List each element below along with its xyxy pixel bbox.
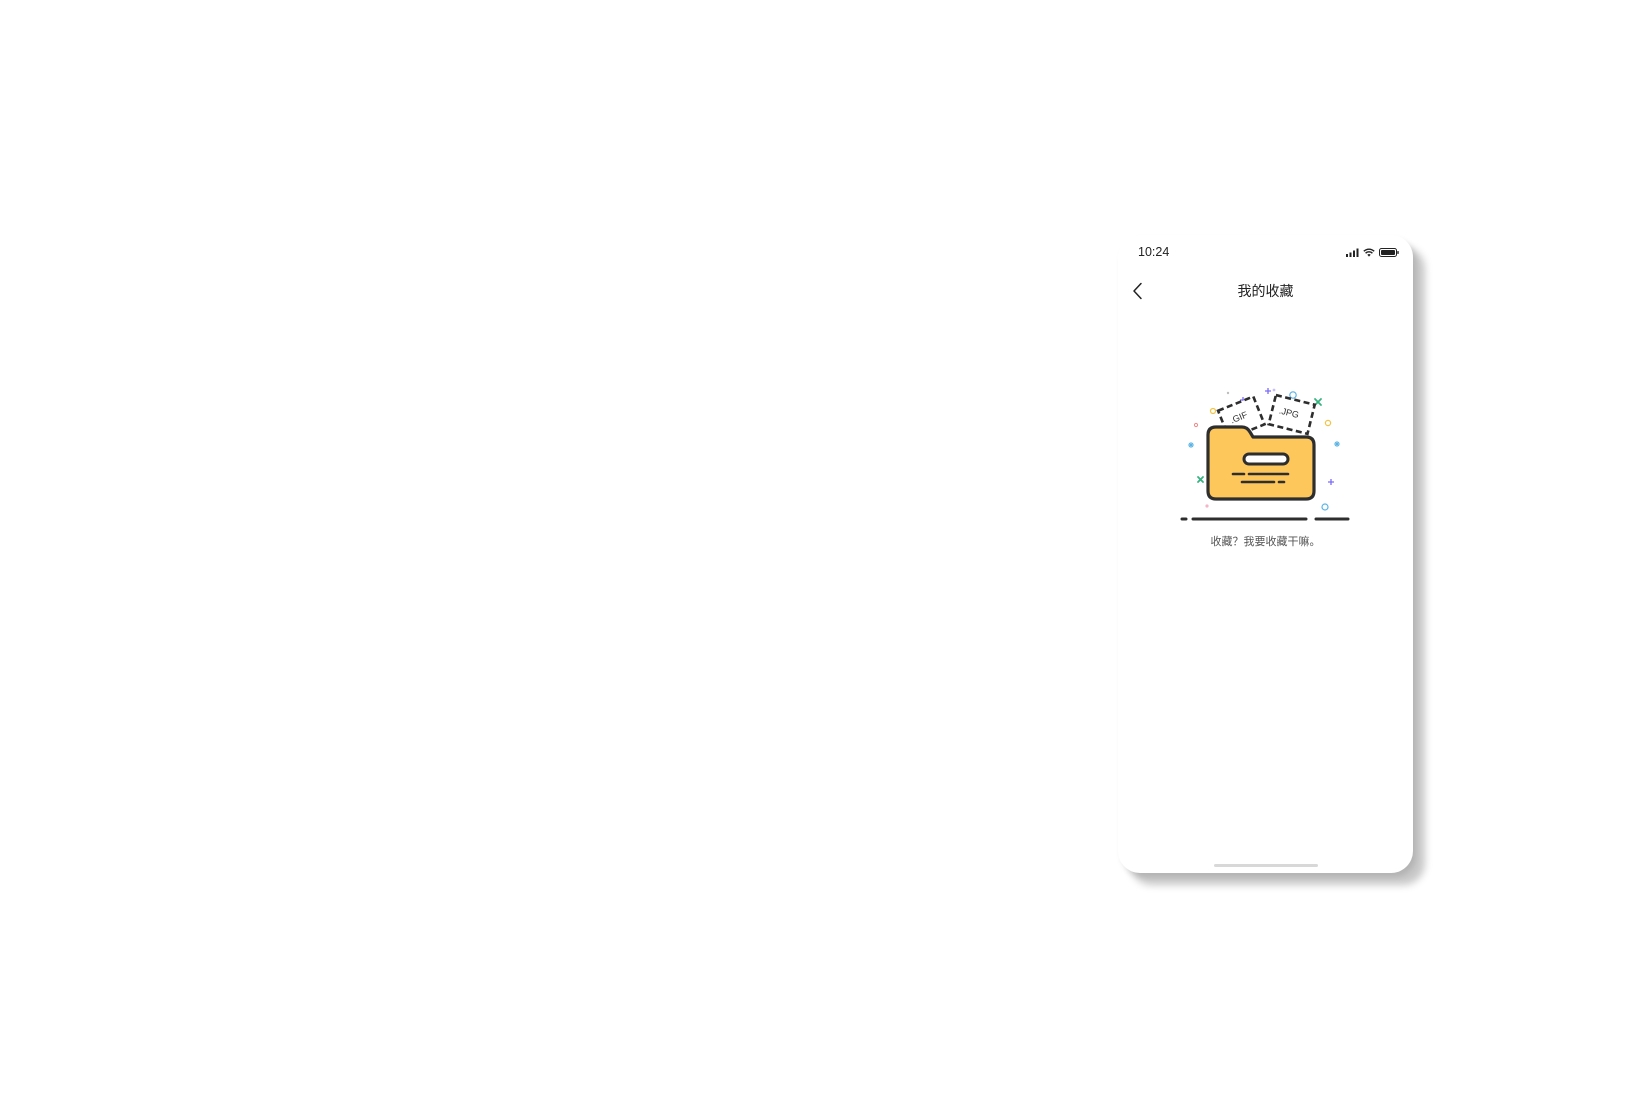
canvas: 10:24 我的收藏 .GIF .JPG 收藏？我要收藏干嘛。 [0,0,1625,1100]
status-icons [1346,247,1399,257]
navigation-bar: 我的收藏 [1118,271,1413,315]
status-bar: 10:24 [1118,235,1413,271]
folder-icon [1205,425,1316,501]
empty-state-message: 收藏？我要收藏干嘛。 [1210,535,1321,548]
signal-icon [1346,248,1359,257]
status-time: 10:24 [1138,245,1170,259]
battery-icon [1379,247,1399,257]
home-indicator[interactable] [1214,864,1318,867]
empty-state: .GIF .JPG 收藏？我要收藏干嘛。 [1118,383,1413,549]
page-title: 我的收藏 [1237,284,1294,300]
jpg-file-card: .JPG [1266,393,1316,436]
wifi-icon [1363,247,1375,257]
phone-screen: 10:24 我的收藏 .GIF .JPG 收藏？我要收藏干嘛。 [1118,235,1413,873]
folder-illustration: .GIF .JPG [1180,388,1349,521]
